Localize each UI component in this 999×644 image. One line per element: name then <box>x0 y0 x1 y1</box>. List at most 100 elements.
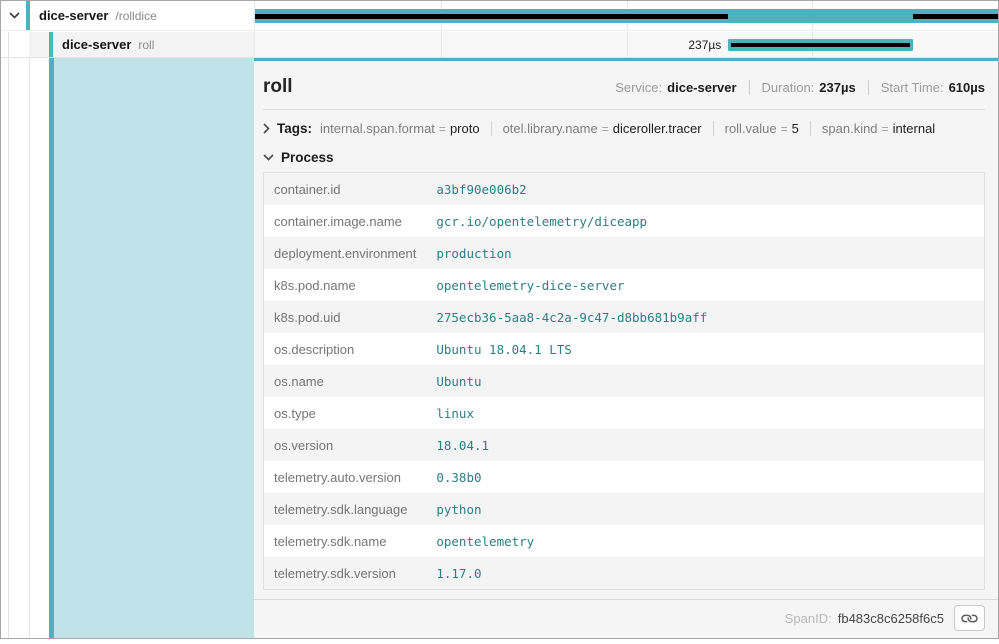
value-cell: gcr.io/opentelemetry/diceapp <box>426 205 984 237</box>
self-time-segment <box>731 43 910 47</box>
span-bar-roll[interactable] <box>728 39 913 51</box>
table-row: telemetry.sdk.name opentelemetry <box>264 525 985 557</box>
key-cell: container.id <box>264 173 427 206</box>
value-cell: a3bf90e006b2 <box>426 173 984 206</box>
tag-value: proto <box>450 121 480 136</box>
meta-item: Service: dice-server <box>615 80 736 95</box>
table-row: container.id a3bf90e006b2 <box>264 173 985 206</box>
chevron-down-icon[interactable] <box>263 154 274 161</box>
table-row: telemetry.auto.version 0.38b0 <box>264 461 985 493</box>
key-cell: container.image.name <box>264 205 427 237</box>
table-row: os.version 18.04.1 <box>264 429 985 461</box>
table-row: telemetry.sdk.version 1.17.0 <box>264 557 985 590</box>
tag-key: span.kind <box>822 121 878 136</box>
tag-item: otel.library.name = diceroller.tracer <box>491 121 702 136</box>
table-row: os.description Ubuntu 18.04.1 LTS <box>264 333 985 365</box>
span-name-cell[interactable]: dice-server /rolldice <box>1 1 254 30</box>
span-color-bar <box>49 32 53 57</box>
value-cell: linux <box>426 397 984 429</box>
chevron-down-icon[interactable] <box>9 12 20 19</box>
tag-key: roll.value <box>725 121 777 136</box>
self-time-segment <box>913 14 998 19</box>
key-cell: os.name <box>264 365 427 397</box>
table-row: os.type linux <box>264 397 985 429</box>
value-cell: 1.17.0 <box>426 557 984 590</box>
tag-item: span.kind = internal <box>810 121 935 136</box>
meta-value: 610µs <box>949 80 985 95</box>
value-cell: opentelemetry <box>426 525 984 557</box>
span-id-footer: SpanID: fb483c8c6258f6c5 <box>263 600 985 635</box>
tags-label: Tags: <box>277 121 312 136</box>
tag-item: internal.span.format = proto <box>320 121 480 136</box>
tag-value: 5 <box>792 121 799 136</box>
detail-row-highlight <box>54 58 254 638</box>
tags-toggle-row[interactable]: Tags: internal.span.format = proto otel.… <box>263 110 985 140</box>
process-label: Process <box>281 150 334 165</box>
value-cell: Ubuntu <box>426 365 984 397</box>
meta-item: Duration: 237µs <box>749 80 856 95</box>
deep-link-button[interactable] <box>954 605 985 631</box>
value-cell: 0.38b0 <box>426 461 984 493</box>
span-row-rolldice[interactable]: dice-server /rolldice <box>1 1 998 31</box>
indent-guide <box>29 32 30 638</box>
timeline-cell: 237µs <box>254 32 998 57</box>
span-meta: Service: dice-server Duration: 237µs Sta… <box>615 80 985 95</box>
table-row: deployment.environment production <box>264 237 985 269</box>
value-cell: 18.04.1 <box>426 429 984 461</box>
key-cell: telemetry.sdk.name <box>264 525 427 557</box>
meta-item: Start Time: 610µs <box>868 80 985 95</box>
meta-label: Service: <box>615 80 662 95</box>
trace-timeline-view: dice-server /rolldice dice-server roll 2… <box>0 0 999 639</box>
meta-label: Duration: <box>762 80 815 95</box>
span-bar-rolldice[interactable] <box>255 9 998 23</box>
tag-value: internal <box>893 121 936 136</box>
span-name-cell[interactable]: dice-server roll <box>1 32 254 57</box>
indent-guide <box>8 32 9 638</box>
value-cell: Ubuntu 18.04.1 LTS <box>426 333 984 365</box>
table-row: telemetry.sdk.language python <box>264 493 985 525</box>
duration-label: 237µs <box>255 32 721 57</box>
equals-sign: = <box>602 122 609 136</box>
span-operation-name: /rolldice <box>115 9 156 23</box>
key-cell: k8s.pod.name <box>264 269 427 301</box>
span-id-label: SpanID: <box>785 611 832 626</box>
table-row: container.image.name gcr.io/opentelemetr… <box>264 205 985 237</box>
table-row: k8s.pod.uid 275ecb36-5aa8-4c2a-9c47-d8bb… <box>264 301 985 333</box>
process-toggle-row[interactable]: Process <box>263 140 985 172</box>
self-time-segment <box>255 14 728 19</box>
timeline-cell <box>254 1 998 30</box>
key-cell: os.type <box>264 397 427 429</box>
value-cell: python <box>426 493 984 525</box>
value-cell: opentelemetry-dice-server <box>426 269 984 301</box>
tag-value: diceroller.tracer <box>613 121 702 136</box>
meta-value: dice-server <box>667 80 736 95</box>
tag-key: otel.library.name <box>503 121 598 136</box>
chevron-right-icon[interactable] <box>263 123 270 134</box>
key-cell: os.version <box>264 429 427 461</box>
tags-summary: internal.span.format = proto otel.librar… <box>320 121 935 136</box>
key-cell: k8s.pod.uid <box>264 301 427 333</box>
key-cell: telemetry.auto.version <box>264 461 427 493</box>
span-service-name: dice-server <box>39 8 108 23</box>
tag-item: roll.value = 5 <box>713 121 799 136</box>
equals-sign: = <box>781 122 788 136</box>
value-cell: production <box>426 237 984 269</box>
meta-value: 237µs <box>819 80 855 95</box>
process-key-value-table: container.id a3bf90e006b2 container.imag… <box>263 172 985 590</box>
table-row: os.name Ubuntu <box>264 365 985 397</box>
span-row-roll[interactable]: dice-server roll 237µs <box>1 32 998 58</box>
span-color-bar <box>26 1 30 30</box>
key-cell: telemetry.sdk.language <box>264 493 427 525</box>
key-cell: telemetry.sdk.version <box>264 557 427 590</box>
table-row: k8s.pod.name opentelemetry-dice-server <box>264 269 985 301</box>
tag-key: internal.span.format <box>320 121 435 136</box>
span-id-value: fb483c8c6258f6c5 <box>838 611 944 626</box>
span-detail-header: roll Service: dice-server Duration: 237µ… <box>263 61 985 110</box>
equals-sign: = <box>439 122 446 136</box>
key-cell: os.description <box>264 333 427 365</box>
span-service-name: dice-server <box>62 37 131 52</box>
link-icon <box>959 607 980 628</box>
key-cell: deployment.environment <box>264 237 427 269</box>
value-cell: 275ecb36-5aa8-4c2a-9c47-d8bb681b9aff <box>426 301 984 333</box>
span-title: roll <box>263 76 293 98</box>
